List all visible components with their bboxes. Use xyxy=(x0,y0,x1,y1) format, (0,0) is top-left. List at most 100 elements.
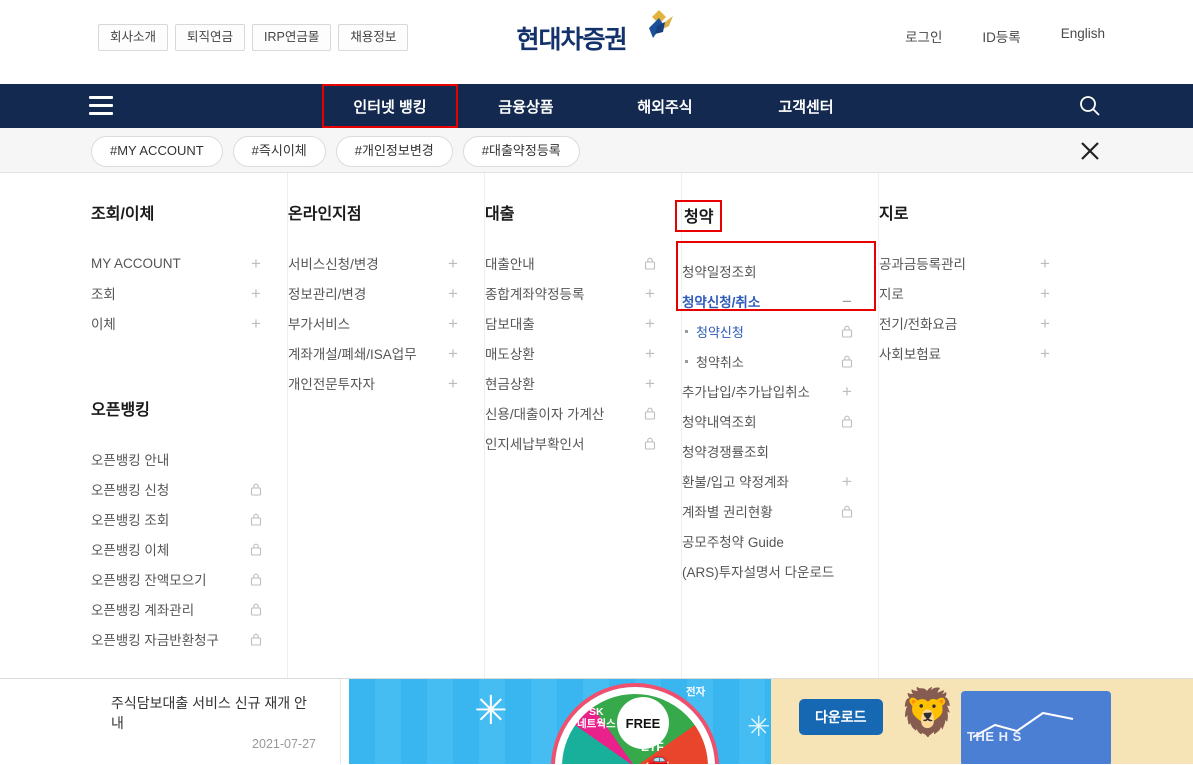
plus-icon[interactable]: + xyxy=(446,375,460,392)
menu-item-subscription-competition-rate[interactable]: 청약경쟁률조회 xyxy=(682,436,854,466)
plus-icon[interactable]: + xyxy=(643,285,657,302)
tag-chip-loan-agreement[interactable]: #대출약정등록 xyxy=(462,136,580,168)
menu-item-credit-loan-interest-calc[interactable]: 신용/대출이자 가계산 xyxy=(485,398,657,428)
menu-item-ipo-guide[interactable]: 공모주청약 Guide xyxy=(682,526,854,556)
close-icon[interactable] xyxy=(1079,140,1101,162)
menu-item-open-banking-account-manage[interactable]: 오픈뱅킹 계좌관리 xyxy=(91,594,263,624)
plus-icon[interactable]: + xyxy=(446,315,460,332)
promo-banner-event[interactable]: ✳ ✳ SK네트웍스 ETF 전자 🚗 FREE xyxy=(349,679,771,764)
menu-item-label: 사회보험료 xyxy=(879,347,942,362)
download-button[interactable]: 다운로드 xyxy=(799,699,883,735)
column-title-subscription: 청약 xyxy=(675,200,723,232)
plus-icon[interactable]: + xyxy=(643,345,657,362)
plus-icon[interactable]: + xyxy=(249,285,263,302)
lion-mascot-icon: 🦁 xyxy=(899,686,957,738)
menu-item-account-rights-status[interactable]: 계좌별 권리현황 xyxy=(682,496,854,526)
menu-item-label: 오픈뱅킹 자금반환청구 xyxy=(91,633,219,648)
promo-banner-download[interactable]: THE H S 🦁 다운로드 xyxy=(771,679,1193,764)
lock-icon xyxy=(840,354,854,368)
menu-item-open-banking-fund-return[interactable]: 오픈뱅킹 자금반환청구 xyxy=(91,624,263,654)
menu-item-loan-guide[interactable]: 대출안내 xyxy=(485,248,657,278)
hamburger-icon[interactable] xyxy=(89,96,113,115)
menu-item-inquiry[interactable]: 조회 + xyxy=(91,278,263,308)
menu-item-subscription-apply-cancel[interactable]: 청약신청/취소 − xyxy=(682,286,854,316)
menu-item-secured-loan[interactable]: 담보대출 + xyxy=(485,308,657,338)
menu-item-cash-repayment[interactable]: 현금상환 + xyxy=(485,368,657,398)
menu-item-service-apply-change[interactable]: 서비스신청/변경 + xyxy=(288,248,460,278)
menu-item-label: (ARS)투자설명서 다운로드 xyxy=(682,565,835,580)
menu-item-open-banking-transfer[interactable]: 오픈뱅킹 이체 xyxy=(91,534,263,564)
menu-item-additional-service[interactable]: 부가서비스 + xyxy=(288,308,460,338)
plus-icon[interactable]: + xyxy=(249,315,263,332)
tag-chip-my-account[interactable]: #MY ACCOUNT xyxy=(91,136,223,168)
plus-icon[interactable]: + xyxy=(1038,315,1052,332)
plus-icon[interactable]: + xyxy=(249,255,263,272)
top-utility-bar: 회사소개 퇴직연금 IRP연금몰 채용정보 현대차증권 로그인 ID등록 Eng… xyxy=(0,0,1193,84)
plus-icon[interactable]: + xyxy=(446,285,460,302)
plus-icon[interactable]: + xyxy=(1038,255,1052,272)
id-register-link[interactable]: ID등록 xyxy=(982,26,1020,46)
column-title-open-banking: 오픈뱅킹 xyxy=(91,402,150,419)
menu-item-stamp-tax-receipt[interactable]: 인지세납부확인서 xyxy=(485,428,657,458)
menu-item-label: 인지세납부확인서 xyxy=(485,437,585,452)
search-icon[interactable] xyxy=(1079,95,1101,117)
minus-icon[interactable]: − xyxy=(840,293,854,310)
plus-icon[interactable]: + xyxy=(643,315,657,332)
menu-item-label: 부가서비스 xyxy=(288,317,351,332)
menu-item-utility-bill-registration[interactable]: 공과금등록관리 + xyxy=(879,248,1052,278)
lock-icon xyxy=(249,482,263,496)
menu-item-label: 서비스신청/변경 xyxy=(288,257,379,272)
nav-item-overseas-stocks[interactable]: 해외주식 xyxy=(594,84,736,128)
menu-item-electricity-phone-bill[interactable]: 전기/전화요금 + xyxy=(879,308,1052,338)
menu-item-ars-prospectus-download[interactable]: (ARS)투자설명서 다운로드 xyxy=(682,556,854,586)
menu-item-subscription-cancel[interactable]: 청약취소 xyxy=(682,346,854,376)
tag-chip-personal-info-change[interactable]: #개인정보변경 xyxy=(335,136,453,168)
plus-icon[interactable]: + xyxy=(1038,345,1052,362)
firework-icon: ✳ xyxy=(747,711,771,742)
plus-icon[interactable]: + xyxy=(840,473,854,490)
notice-title: 주식담보대출 서비스 신규 재개 안내 xyxy=(111,695,307,732)
menu-item-transfer[interactable]: 이체 + xyxy=(91,308,263,338)
menu-item-label: 공과금등록관리 xyxy=(879,257,966,272)
menu-item-refund-deposit-account[interactable]: 환불/입고 약정계좌 + xyxy=(682,466,854,496)
menu-item-account-open-close-isa[interactable]: 계좌개설/폐쇄/ISA업무 + xyxy=(288,338,460,368)
notice-card[interactable]: 주식담보대출 서비스 신규 재개 안내 2021-07-27 xyxy=(91,679,341,764)
tag-chip-instant-transfer[interactable]: #즉시이체 xyxy=(232,136,326,168)
menu-item-info-manage-change[interactable]: 정보관리/변경 + xyxy=(288,278,460,308)
plus-icon[interactable]: + xyxy=(446,345,460,362)
menu-item-open-banking-guide[interactable]: 오픈뱅킹 안내 xyxy=(91,444,263,474)
lock-icon xyxy=(643,256,657,270)
nav-item-customer-center[interactable]: 고객센터 xyxy=(736,84,876,128)
menu-item-comprehensive-account-agreement[interactable]: 종합계좌약정등록 + xyxy=(485,278,657,308)
car-icon: 🚗 xyxy=(645,749,670,764)
menu-item-social-insurance[interactable]: 사회보험료 + xyxy=(879,338,1052,368)
login-link[interactable]: 로그인 xyxy=(905,26,942,46)
menu-item-subscription-history[interactable]: 청약내역조회 xyxy=(682,406,854,436)
nav-item-group: 인터넷 뱅킹 금융상품 해외주식 고객센터 xyxy=(322,84,876,128)
menu-item-giro[interactable]: 지로 + xyxy=(879,278,1052,308)
menu-item-professional-investor[interactable]: 개인전문투자자 + xyxy=(288,368,460,398)
mega-column-giro: 지로 공과금등록관리 + 지로 + 전기/전화요금 + 사회보험료 + xyxy=(879,173,1076,678)
wheel-label-electronics: 전자 xyxy=(686,686,706,698)
menu-item-label: MY ACCOUNT xyxy=(91,255,181,271)
menu-item-open-banking-balance-collect[interactable]: 오픈뱅킹 잔액모으기 xyxy=(91,564,263,594)
bottom-content-strip: 주식담보대출 서비스 신규 재개 안내 2021-07-27 ✳ ✳ SK 네트웍… xyxy=(0,679,1193,764)
menu-item-open-banking-inquiry[interactable]: 오픈뱅킹 조회 xyxy=(91,504,263,534)
logo-text: 현대차증권 xyxy=(516,26,628,54)
plus-icon[interactable]: + xyxy=(840,383,854,400)
nav-item-internet-banking[interactable]: 인터넷 뱅킹 xyxy=(322,84,458,128)
english-link[interactable]: English xyxy=(1061,26,1105,46)
menu-item-my-account[interactable]: MY ACCOUNT + xyxy=(91,248,263,278)
menu-item-subscription-apply[interactable]: 청약신청 xyxy=(682,316,854,346)
nav-item-financial-products[interactable]: 금융상품 xyxy=(458,84,594,128)
plus-icon[interactable]: + xyxy=(1038,285,1052,302)
plus-icon[interactable]: + xyxy=(446,255,460,272)
column-title-loan: 대출 xyxy=(485,206,515,223)
plus-icon[interactable]: + xyxy=(643,375,657,392)
menu-item-open-banking-apply[interactable]: 오픈뱅킹 신청 xyxy=(91,474,263,504)
lock-icon xyxy=(840,324,854,338)
menu-item-additional-payment[interactable]: 추가납입/추가납입취소 + xyxy=(682,376,854,406)
menu-item-sell-repayment[interactable]: 매도상환 + xyxy=(485,338,657,368)
lock-icon xyxy=(643,406,657,420)
menu-item-subscription-schedule[interactable]: 청약일정조회 xyxy=(682,256,854,286)
